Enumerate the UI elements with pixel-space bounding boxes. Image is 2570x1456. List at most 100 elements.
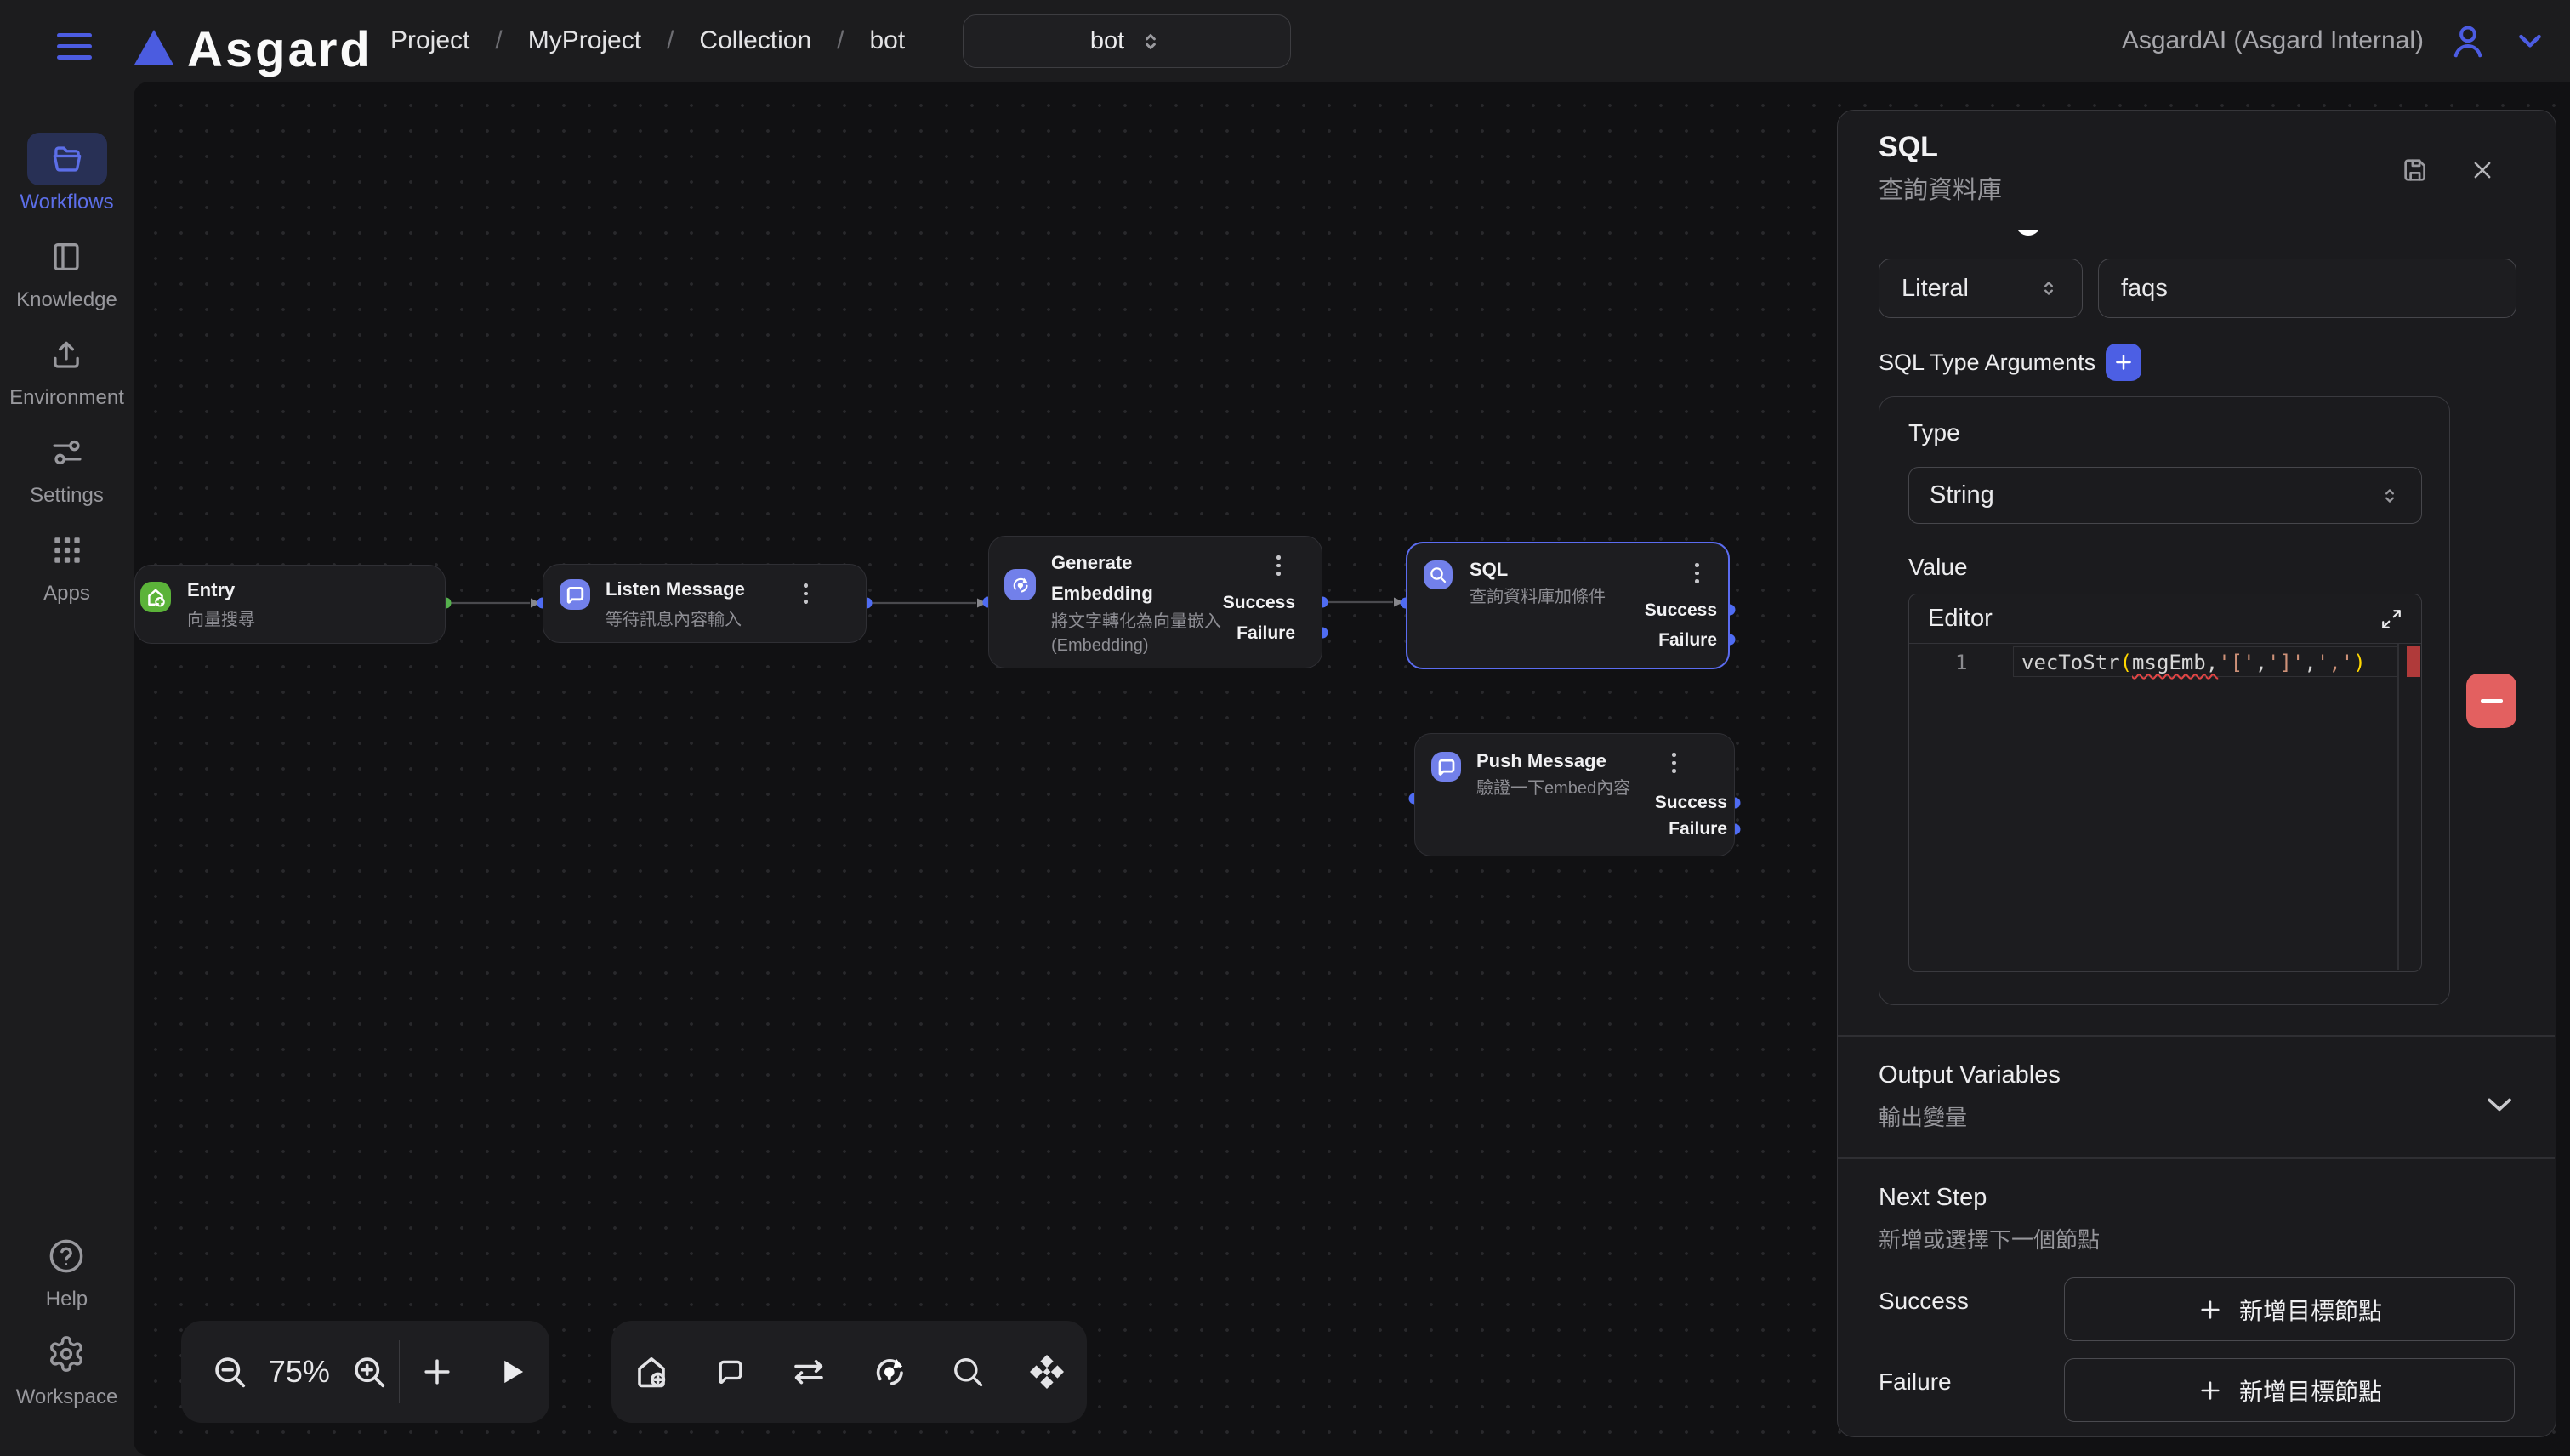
app-logo[interactable]: Asgard	[134, 26, 372, 75]
port-failure-label[interactable]: Failure	[1237, 623, 1295, 644]
add-swap-node-button[interactable]	[788, 1351, 829, 1392]
breadcrumb-myproject[interactable]: MyProject	[528, 26, 641, 55]
add-node-button[interactable]	[400, 1353, 475, 1391]
plus-icon	[418, 1353, 456, 1391]
add-target-node-success-button[interactable]: 新增目標節點	[2064, 1277, 2515, 1341]
bulb-refresh-icon	[869, 1351, 910, 1392]
breadcrumb-collection[interactable]: Collection	[699, 26, 811, 55]
hamburger-line	[57, 33, 92, 37]
port-failure-label[interactable]: Failure	[1669, 819, 1727, 839]
close-panel-button[interactable]	[2470, 158, 2494, 182]
add-embedding-node-button[interactable]	[869, 1351, 910, 1392]
sidebar-item-workspace[interactable]: Workspace	[16, 1328, 118, 1409]
sidebar-icon-tile	[26, 230, 106, 283]
sidebar-item-environment[interactable]: Environment	[9, 328, 124, 410]
code-token: )	[2353, 651, 2365, 674]
breadcrumb-bot[interactable]: bot	[870, 26, 906, 55]
sidebar-bottom-group: Help Workspace	[16, 1230, 118, 1456]
error-overview-mark	[2407, 646, 2420, 677]
sidebar-item-apps[interactable]: Apps	[27, 524, 107, 606]
node-sql[interactable]: SQL 查詢資料庫加條件 Success Failure	[1406, 542, 1730, 669]
chevron-down-icon	[2512, 23, 2548, 59]
user-menu[interactable]: AsgardAI (Asgard Internal)	[2122, 0, 2548, 82]
node-listen-message[interactable]: Listen Message 等待訊息內容輸入	[543, 564, 867, 643]
next-step-subtitle: 新增或選擇下一個節點	[1879, 1223, 2100, 1254]
node-menu-button[interactable]	[804, 583, 808, 604]
folder-open-icon	[49, 141, 85, 177]
editor-title: Editor	[1928, 605, 1993, 633]
top-bar: Asgard Project/ MyProject/ Collection/ b…	[0, 0, 2570, 82]
code-editor[interactable]: Editor 1 vecToStr(msgEmb,'[',']',',')	[1908, 594, 2422, 972]
output-variables-toggle[interactable]	[2481, 1085, 2518, 1123]
chevron-down-icon	[2481, 1085, 2518, 1123]
add-target-node-failure-button[interactable]: 新增目標節點	[2064, 1358, 2515, 1422]
port-success-label[interactable]: Success	[1645, 600, 1717, 621]
add-argument-button[interactable]	[2106, 344, 2141, 381]
arg-type-value: String	[1930, 481, 1994, 509]
node-generate-embedding[interactable]: Generate Embedding 將文字轉化為向量嵌入 (Embedding…	[988, 536, 1322, 668]
add-entry-node-button[interactable]	[631, 1351, 672, 1392]
hamburger-line	[57, 55, 92, 60]
port-failure-label[interactable]: Failure	[1658, 630, 1717, 651]
plus-icon	[2112, 351, 2135, 373]
menu-hamburger-button[interactable]	[57, 33, 92, 60]
type-label: Type	[1908, 419, 1960, 446]
remove-argument-button[interactable]	[2466, 674, 2516, 728]
save-button[interactable]	[2401, 156, 2430, 185]
node-menu-button[interactable]	[1672, 753, 1676, 773]
chat-bubble-icon	[712, 1353, 749, 1391]
sidebar-item-settings[interactable]: Settings	[27, 426, 107, 508]
sidebar-item-workflows[interactable]: Workflows	[20, 133, 113, 214]
swap-arrows-icon	[788, 1351, 829, 1392]
param-type-select[interactable]: Literal	[1879, 259, 2083, 318]
zoom-level: 75%	[259, 1354, 338, 1390]
node-config-panel: SQL 查詢資料庫 Literal SQL Type Arguments Typ…	[1837, 110, 2556, 1437]
node-menu-button[interactable]	[1276, 555, 1281, 576]
output-variables-title: Output Variables	[1879, 1061, 2061, 1089]
bulb-refresh-icon	[1009, 574, 1032, 596]
editor-body[interactable]: 1 vecToStr(msgEmb,'[',']',',')	[1909, 644, 2421, 970]
port-success-label[interactable]: Success	[1655, 793, 1727, 813]
expand-icon[interactable]	[2380, 608, 2402, 630]
code-token: msgEmb	[2132, 651, 2206, 674]
port-success-label[interactable]: Success	[1223, 593, 1295, 613]
param-value-input[interactable]	[2098, 259, 2516, 318]
search-node-button[interactable]	[949, 1353, 986, 1391]
add-target-node-label: 新增目標節點	[2239, 1293, 2382, 1327]
sidebar-item-help[interactable]: Help	[26, 1230, 106, 1311]
args-section-label: SQL Type Arguments	[1879, 350, 2095, 376]
unfold-chevrons-icon	[2379, 485, 2401, 507]
arg-type-select[interactable]: String	[1908, 467, 2422, 524]
editor-ruler	[2397, 644, 2399, 970]
zoom-out-button[interactable]	[200, 1352, 259, 1391]
breadcrumb-separator: /	[495, 26, 502, 55]
value-label: Value	[1908, 554, 1968, 581]
move-icon	[1026, 1351, 1067, 1392]
node-menu-button[interactable]	[1695, 563, 1699, 583]
zoom-in-button[interactable]	[338, 1352, 398, 1391]
node-entry[interactable]: Entry 向量搜尋	[134, 565, 446, 644]
breadcrumb-project[interactable]: Project	[390, 26, 469, 55]
search-icon	[1428, 565, 1448, 585]
sidebar-item-knowledge[interactable]: Knowledge	[16, 230, 117, 312]
sidebar-icon-tile	[26, 1328, 106, 1380]
sidebar-icon-tile	[26, 1230, 106, 1283]
sql-node-icon	[1424, 560, 1453, 589]
user-name: AsgardAI (Asgard Internal)	[2122, 26, 2424, 55]
code-token: ,	[2255, 651, 2267, 674]
logo-wordmark: Asgard	[187, 26, 372, 75]
zoom-toolbar: 75%	[181, 1321, 549, 1423]
argument-card: Type String Value Editor 1 vecToStr(msgE…	[1879, 396, 2450, 1005]
zoom-out-icon	[210, 1352, 249, 1391]
divider	[1838, 1157, 2555, 1159]
move-canvas-button[interactable]	[1026, 1351, 1067, 1392]
code-token: ','	[2317, 651, 2353, 674]
run-workflow-button[interactable]	[475, 1354, 549, 1390]
canvas-tools-toolbar	[611, 1321, 1087, 1423]
embedding-node-icon	[1004, 569, 1036, 600]
listen-node-icon	[560, 579, 590, 610]
workflow-select[interactable]: bot	[963, 14, 1291, 68]
add-message-node-button[interactable]	[712, 1353, 749, 1391]
chat-bubble-icon	[1434, 754, 1459, 780]
node-push-message[interactable]: Push Message 驗證一下embed內容 Success Failure	[1414, 733, 1735, 856]
